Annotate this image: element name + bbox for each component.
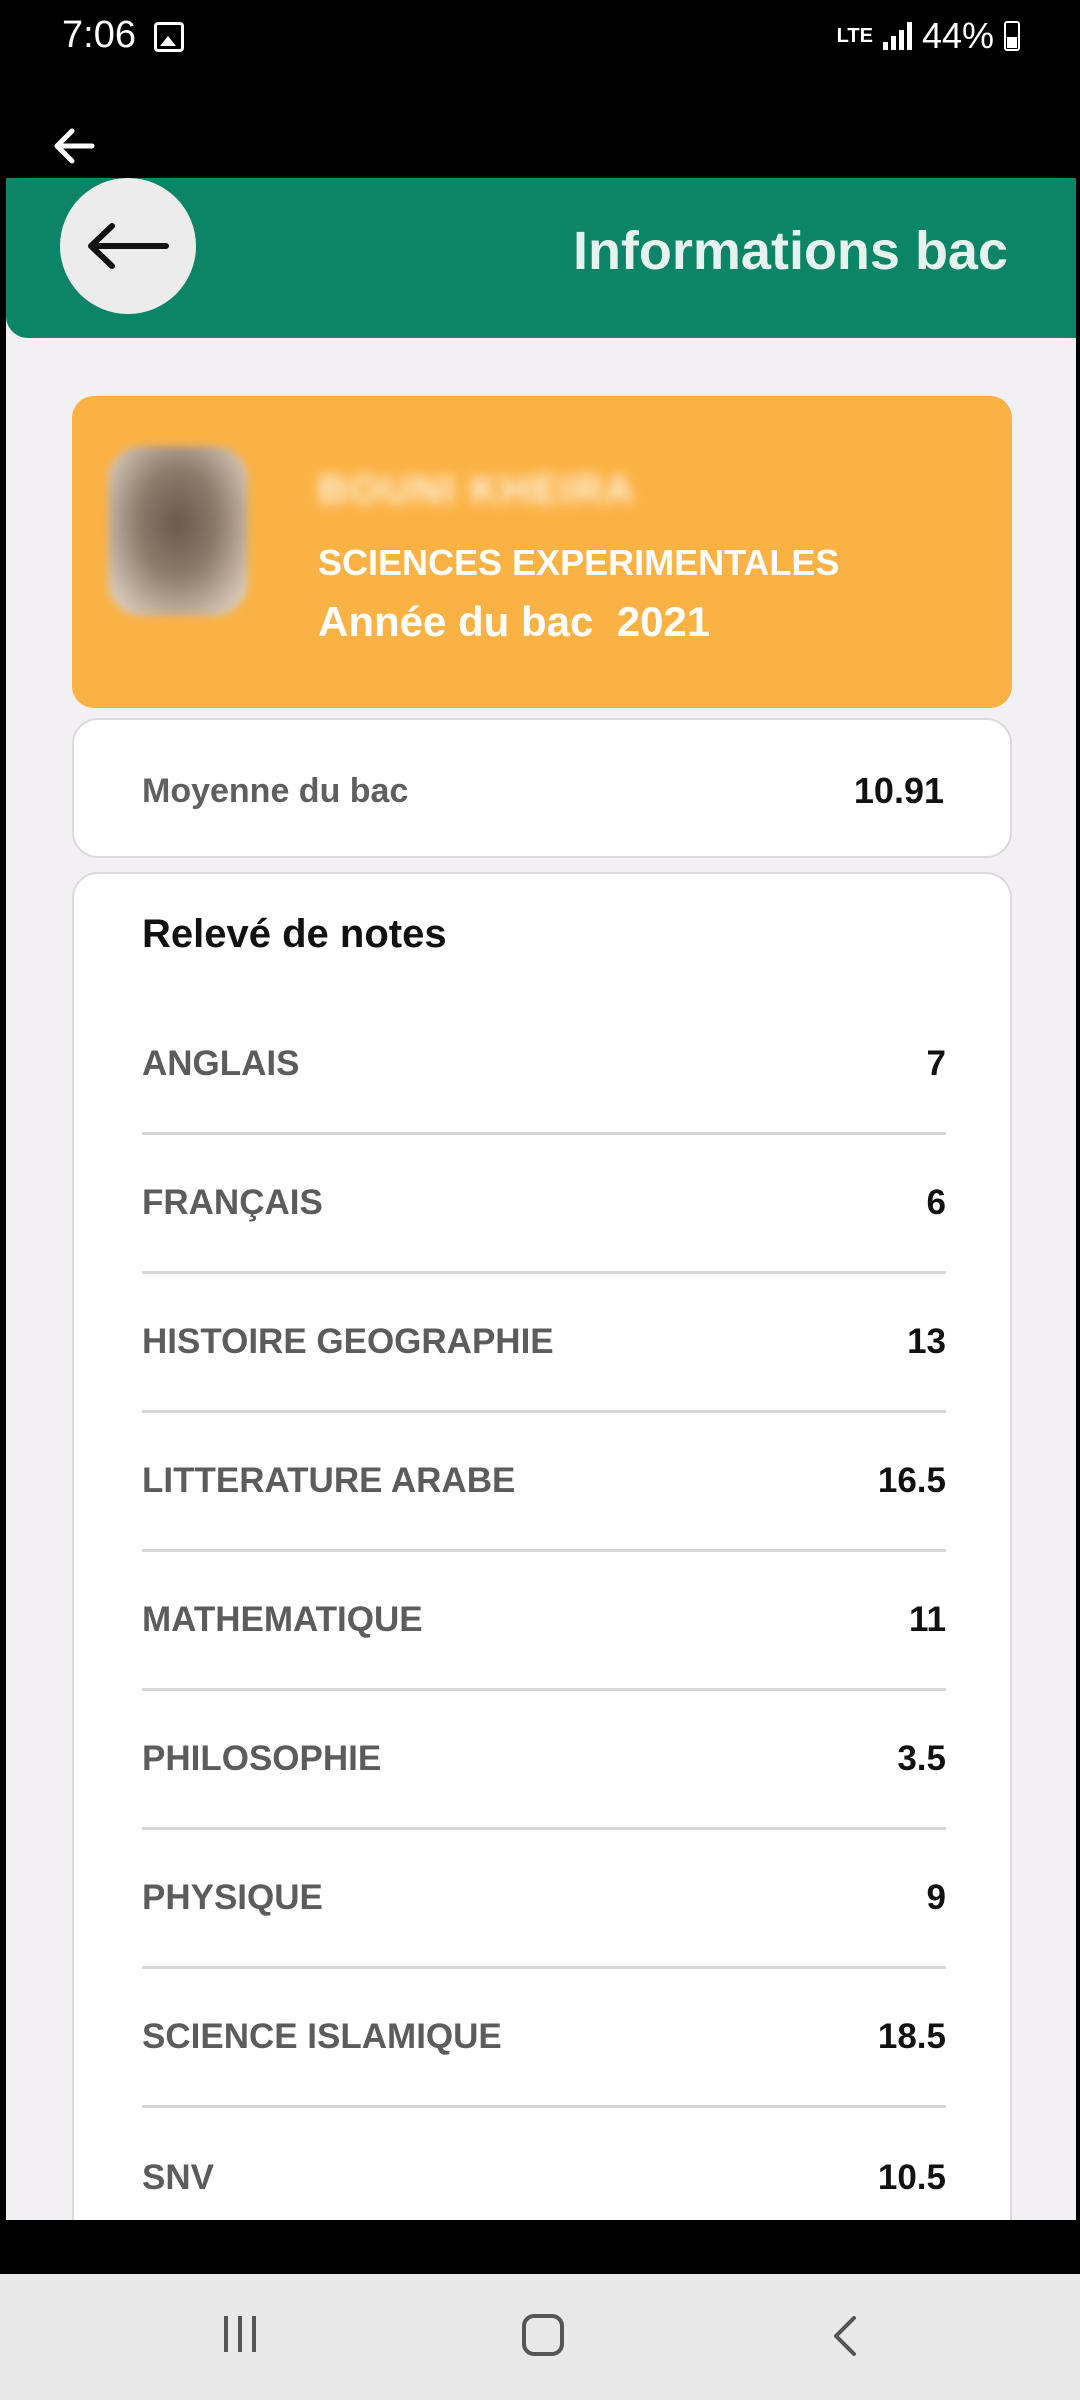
- page-title: Informations bac: [572, 221, 1008, 281]
- average-value: 10.91: [853, 770, 944, 811]
- status-time: 7:06: [62, 14, 136, 56]
- bac-year: Année du bac 2021: [318, 598, 711, 645]
- subject-note: 9: [926, 1878, 946, 1917]
- subject-name: SNV: [142, 2157, 214, 2197]
- subject-name: HISTOIRE GEOGRAPHIE: [142, 1322, 554, 1361]
- student-name: BOUNI KHEIRA: [318, 468, 636, 512]
- recent-apps-icon[interactable]: [224, 2316, 256, 2352]
- app-header: Informations bac: [6, 178, 1076, 338]
- subject-name: MATHEMATIQUE: [142, 1600, 423, 1639]
- subject-name: PHILOSOPHIE: [142, 1739, 382, 1778]
- grades-card: Relevé de notes ANGLAIS 7 FRANÇAIS 6 HISTO…: [72, 872, 1012, 2220]
- list-item: HISTOIRE GEOGRAPHIE 13: [142, 1274, 946, 1413]
- home-icon[interactable]: [522, 2314, 564, 2356]
- back-button[interactable]: [60, 178, 196, 314]
- subject-note: 11: [909, 1600, 946, 1639]
- subject-note: 6: [926, 1183, 946, 1222]
- bac-stream: SCIENCES EXPERIMENTALES: [318, 542, 840, 583]
- battery-percent: 44%: [921, 15, 994, 56]
- subject-note: 18.5: [877, 2017, 946, 2056]
- list-item: PHILOSOPHIE 3.5: [142, 1691, 946, 1830]
- arrow-left-icon: [88, 223, 169, 269]
- average-card: Moyenne du bac 10.91: [72, 718, 1012, 858]
- system-navigation-bar: [0, 2274, 1080, 2400]
- avatar: [108, 446, 248, 616]
- list-item: SCIENCE ISLAMIQUE 18.5: [142, 1969, 946, 2108]
- subject-name: LITTERATURE ARABE: [142, 1461, 516, 1500]
- list-item: MATHEMATIQUE 11: [142, 1552, 946, 1691]
- signal-icon: [882, 22, 912, 50]
- list-item: SNV 10.5: [142, 2108, 946, 2220]
- status-bar: 7:06 LTE 44%: [0, 0, 1080, 80]
- status-indicators: LTE 44%: [837, 14, 1020, 58]
- grades-list: ANGLAIS 7 FRANÇAIS 6 HISTOIRE GEOGRAPHIE 13…: [142, 996, 946, 2220]
- subject-name: FRANÇAIS: [142, 1183, 323, 1222]
- chevron-left-icon[interactable]: [830, 2314, 858, 2358]
- lte-icon: LTE: [836, 25, 873, 47]
- list-item: FRANÇAIS 6: [142, 1135, 946, 1274]
- subject-name: SCIENCE ISLAMIQUE: [142, 2017, 502, 2056]
- subject-note: 10.5: [877, 2157, 946, 2197]
- average-label: Moyenne du bac: [142, 772, 409, 810]
- grades-title: Relevé de notes: [142, 912, 447, 956]
- subject-note: 7: [926, 1044, 946, 1083]
- subject-note: 16.5: [877, 1461, 946, 1500]
- list-item: ANGLAIS 7: [142, 996, 946, 1135]
- subject-name: ANGLAIS: [142, 1044, 300, 1083]
- gallery-notification-icon: [154, 22, 184, 52]
- list-item: PHYSIQUE 9: [142, 1830, 946, 1969]
- subject-note: 13: [907, 1322, 946, 1361]
- subject-name: PHYSIQUE: [142, 1878, 323, 1917]
- subject-note: 3.5: [897, 1739, 946, 1778]
- app-content: Informations bac BOUNI KHEIRA SCIENCES E…: [6, 178, 1076, 2220]
- arrow-left-icon[interactable]: [50, 122, 98, 170]
- battery-icon: [1004, 21, 1020, 51]
- list-item: LITTERATURE ARABE 16.5: [142, 1413, 946, 1552]
- profile-card: BOUNI KHEIRA SCIENCES EXPERIMENTALES Ann…: [72, 396, 1012, 708]
